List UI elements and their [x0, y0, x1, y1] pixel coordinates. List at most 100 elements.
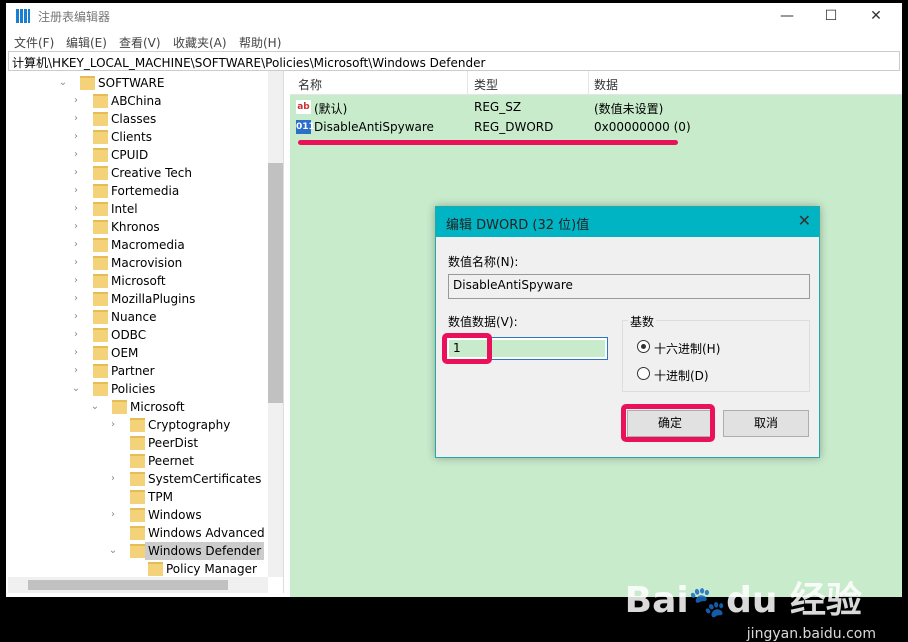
- chevron-right-icon[interactable]: ›: [71, 218, 81, 236]
- chevron-down-icon[interactable]: ⌄: [108, 542, 118, 560]
- dialog-title: 编辑 DWORD (32 位)值 ✕: [436, 207, 819, 237]
- folder-icon: [80, 76, 95, 90]
- folder-icon: [148, 562, 163, 576]
- tree-horizontal-scroll-thumb[interactable]: [28, 580, 228, 590]
- tree-item-label: PeerDist: [148, 436, 199, 450]
- chevron-right-icon[interactable]: ›: [71, 308, 81, 326]
- folder-icon: [93, 274, 108, 288]
- folder-icon: [130, 508, 145, 522]
- minimize-button[interactable]: —: [772, 5, 802, 27]
- tree-item-label: Khronos: [111, 220, 160, 234]
- tree-item[interactable]: › ABChina: [8, 92, 283, 110]
- tree-item[interactable]: › Partner: [8, 362, 283, 380]
- tree-item[interactable]: › Windows: [8, 506, 283, 524]
- chevron-right-icon[interactable]: ›: [71, 272, 81, 290]
- tree-item[interactable]: › Cryptography: [8, 416, 283, 434]
- folder-icon: [130, 454, 145, 468]
- decimal-radio[interactable]: [637, 367, 650, 380]
- chevron-right-icon[interactable]: ›: [71, 128, 81, 146]
- menu-file[interactable]: 文件(F): [14, 34, 54, 51]
- tree-item[interactable]: › Nuance: [8, 308, 283, 326]
- tree-item[interactable]: TPM: [8, 488, 283, 506]
- tree-item[interactable]: › MozillaPlugins: [8, 290, 283, 308]
- watermark-url: jingyan.baidu.com: [746, 626, 876, 642]
- chevron-right-icon[interactable]: ›: [71, 92, 81, 110]
- chevron-right-icon[interactable]: ›: [71, 326, 81, 344]
- column-type[interactable]: 类型: [474, 76, 498, 93]
- chevron-right-icon[interactable]: ›: [71, 290, 81, 308]
- tree-item-label: Partner: [111, 364, 155, 378]
- chevron-down-icon[interactable]: ⌄: [58, 74, 68, 92]
- hex-label[interactable]: 十六进制(H): [654, 340, 720, 357]
- chevron-right-icon[interactable]: ›: [71, 200, 81, 218]
- hex-radio[interactable]: [637, 340, 650, 353]
- tree-item-label: Clients: [111, 130, 152, 144]
- highlight-underline: [298, 140, 678, 145]
- tree-item-label: Windows Advanced Th: [148, 526, 284, 540]
- chevron-down-icon[interactable]: ⌄: [90, 398, 100, 416]
- tree-item[interactable]: › Creative Tech: [8, 164, 283, 182]
- chevron-right-icon[interactable]: ›: [71, 254, 81, 272]
- cancel-button[interactable]: 取消: [723, 410, 809, 437]
- folder-icon: [93, 364, 108, 378]
- chevron-down-icon[interactable]: ⌄: [71, 380, 81, 398]
- chevron-right-icon[interactable]: ›: [71, 146, 81, 164]
- tree-item[interactable]: Windows Advanced Th: [8, 524, 283, 542]
- tree-item-label: Microsoft: [111, 274, 166, 288]
- chevron-right-icon[interactable]: ›: [108, 470, 118, 488]
- tree-item[interactable]: PeerDist: [8, 434, 283, 452]
- menu-edit[interactable]: 编辑(E): [66, 34, 107, 51]
- tree-item[interactable]: › Fortemedia: [8, 182, 283, 200]
- tree-item[interactable]: › Khronos: [8, 218, 283, 236]
- chevron-right-icon[interactable]: ›: [71, 344, 81, 362]
- maximize-button[interactable]: ☐: [816, 5, 846, 27]
- menu-help[interactable]: 帮助(H): [239, 34, 281, 51]
- chevron-right-icon[interactable]: ›: [71, 164, 81, 182]
- tree-item[interactable]: › OEM: [8, 344, 283, 362]
- value-name: (默认): [314, 102, 348, 116]
- tree-item[interactable]: › Macromedia: [8, 236, 283, 254]
- folder-icon: [93, 346, 108, 360]
- tree-item[interactable]: › Intel: [8, 200, 283, 218]
- tree-item[interactable]: › Classes: [8, 110, 283, 128]
- chevron-right-icon[interactable]: ›: [71, 182, 81, 200]
- decimal-label[interactable]: 十进制(D): [654, 367, 709, 384]
- dialog-close-button[interactable]: ✕: [798, 211, 811, 230]
- column-name[interactable]: 名称: [298, 76, 322, 93]
- tree-item[interactable]: ⌄ Windows Defender: [8, 542, 283, 560]
- value-row-default[interactable]: ab (默认) REG_SZ (数值未设置): [290, 97, 902, 117]
- tree-item-label: OEM: [111, 346, 139, 360]
- chevron-right-icon[interactable]: ›: [71, 362, 81, 380]
- chevron-right-icon[interactable]: ›: [71, 110, 81, 128]
- tree-item[interactable]: Policy Manager: [8, 560, 283, 578]
- folder-icon: [93, 256, 108, 270]
- tree-item[interactable]: ⌄ SOFTWARE: [8, 74, 283, 92]
- value-name: DisableAntiSpyware: [314, 120, 434, 134]
- menu-bar: 文件(F) 编辑(E) 查看(V) 收藏夹(A) 帮助(H): [6, 31, 902, 51]
- tree-item-label: Peernet: [148, 454, 194, 468]
- column-data[interactable]: 数据: [594, 76, 618, 93]
- tree-item[interactable]: › Microsoft: [8, 272, 283, 290]
- folder-icon: [130, 436, 145, 450]
- chevron-right-icon[interactable]: ›: [108, 416, 118, 434]
- tree-item-label: Fortemedia: [111, 184, 180, 198]
- address-bar[interactable]: 计算机\HKEY_LOCAL_MACHINE\SOFTWARE\Policies…: [8, 51, 900, 71]
- tree-item[interactable]: › Macrovision: [8, 254, 283, 272]
- tree-item[interactable]: › Clients: [8, 128, 283, 146]
- menu-view[interactable]: 查看(V): [119, 34, 161, 51]
- tree-item-label: ABChina: [111, 94, 162, 108]
- chevron-right-icon[interactable]: ›: [108, 506, 118, 524]
- tree-item[interactable]: › ODBC: [8, 326, 283, 344]
- value-row-disableantispyware[interactable]: 011 DisableAntiSpyware REG_DWORD 0x00000…: [290, 117, 902, 137]
- close-button[interactable]: ✕: [861, 5, 891, 27]
- tree-item[interactable]: ⌄ Policies: [8, 380, 283, 398]
- value-name-field[interactable]: DisableAntiSpyware: [448, 274, 810, 299]
- chevron-right-icon[interactable]: ›: [71, 236, 81, 254]
- menu-favorites[interactable]: 收藏夹(A): [173, 34, 227, 51]
- tree-item[interactable]: Peernet: [8, 452, 283, 470]
- tree-item[interactable]: ⌄ Microsoft: [8, 398, 283, 416]
- tree-vertical-scroll-thumb[interactable]: [268, 163, 283, 403]
- tree-item[interactable]: › SystemCertificates: [8, 470, 283, 488]
- folder-icon: [93, 112, 108, 126]
- tree-item[interactable]: › CPUID: [8, 146, 283, 164]
